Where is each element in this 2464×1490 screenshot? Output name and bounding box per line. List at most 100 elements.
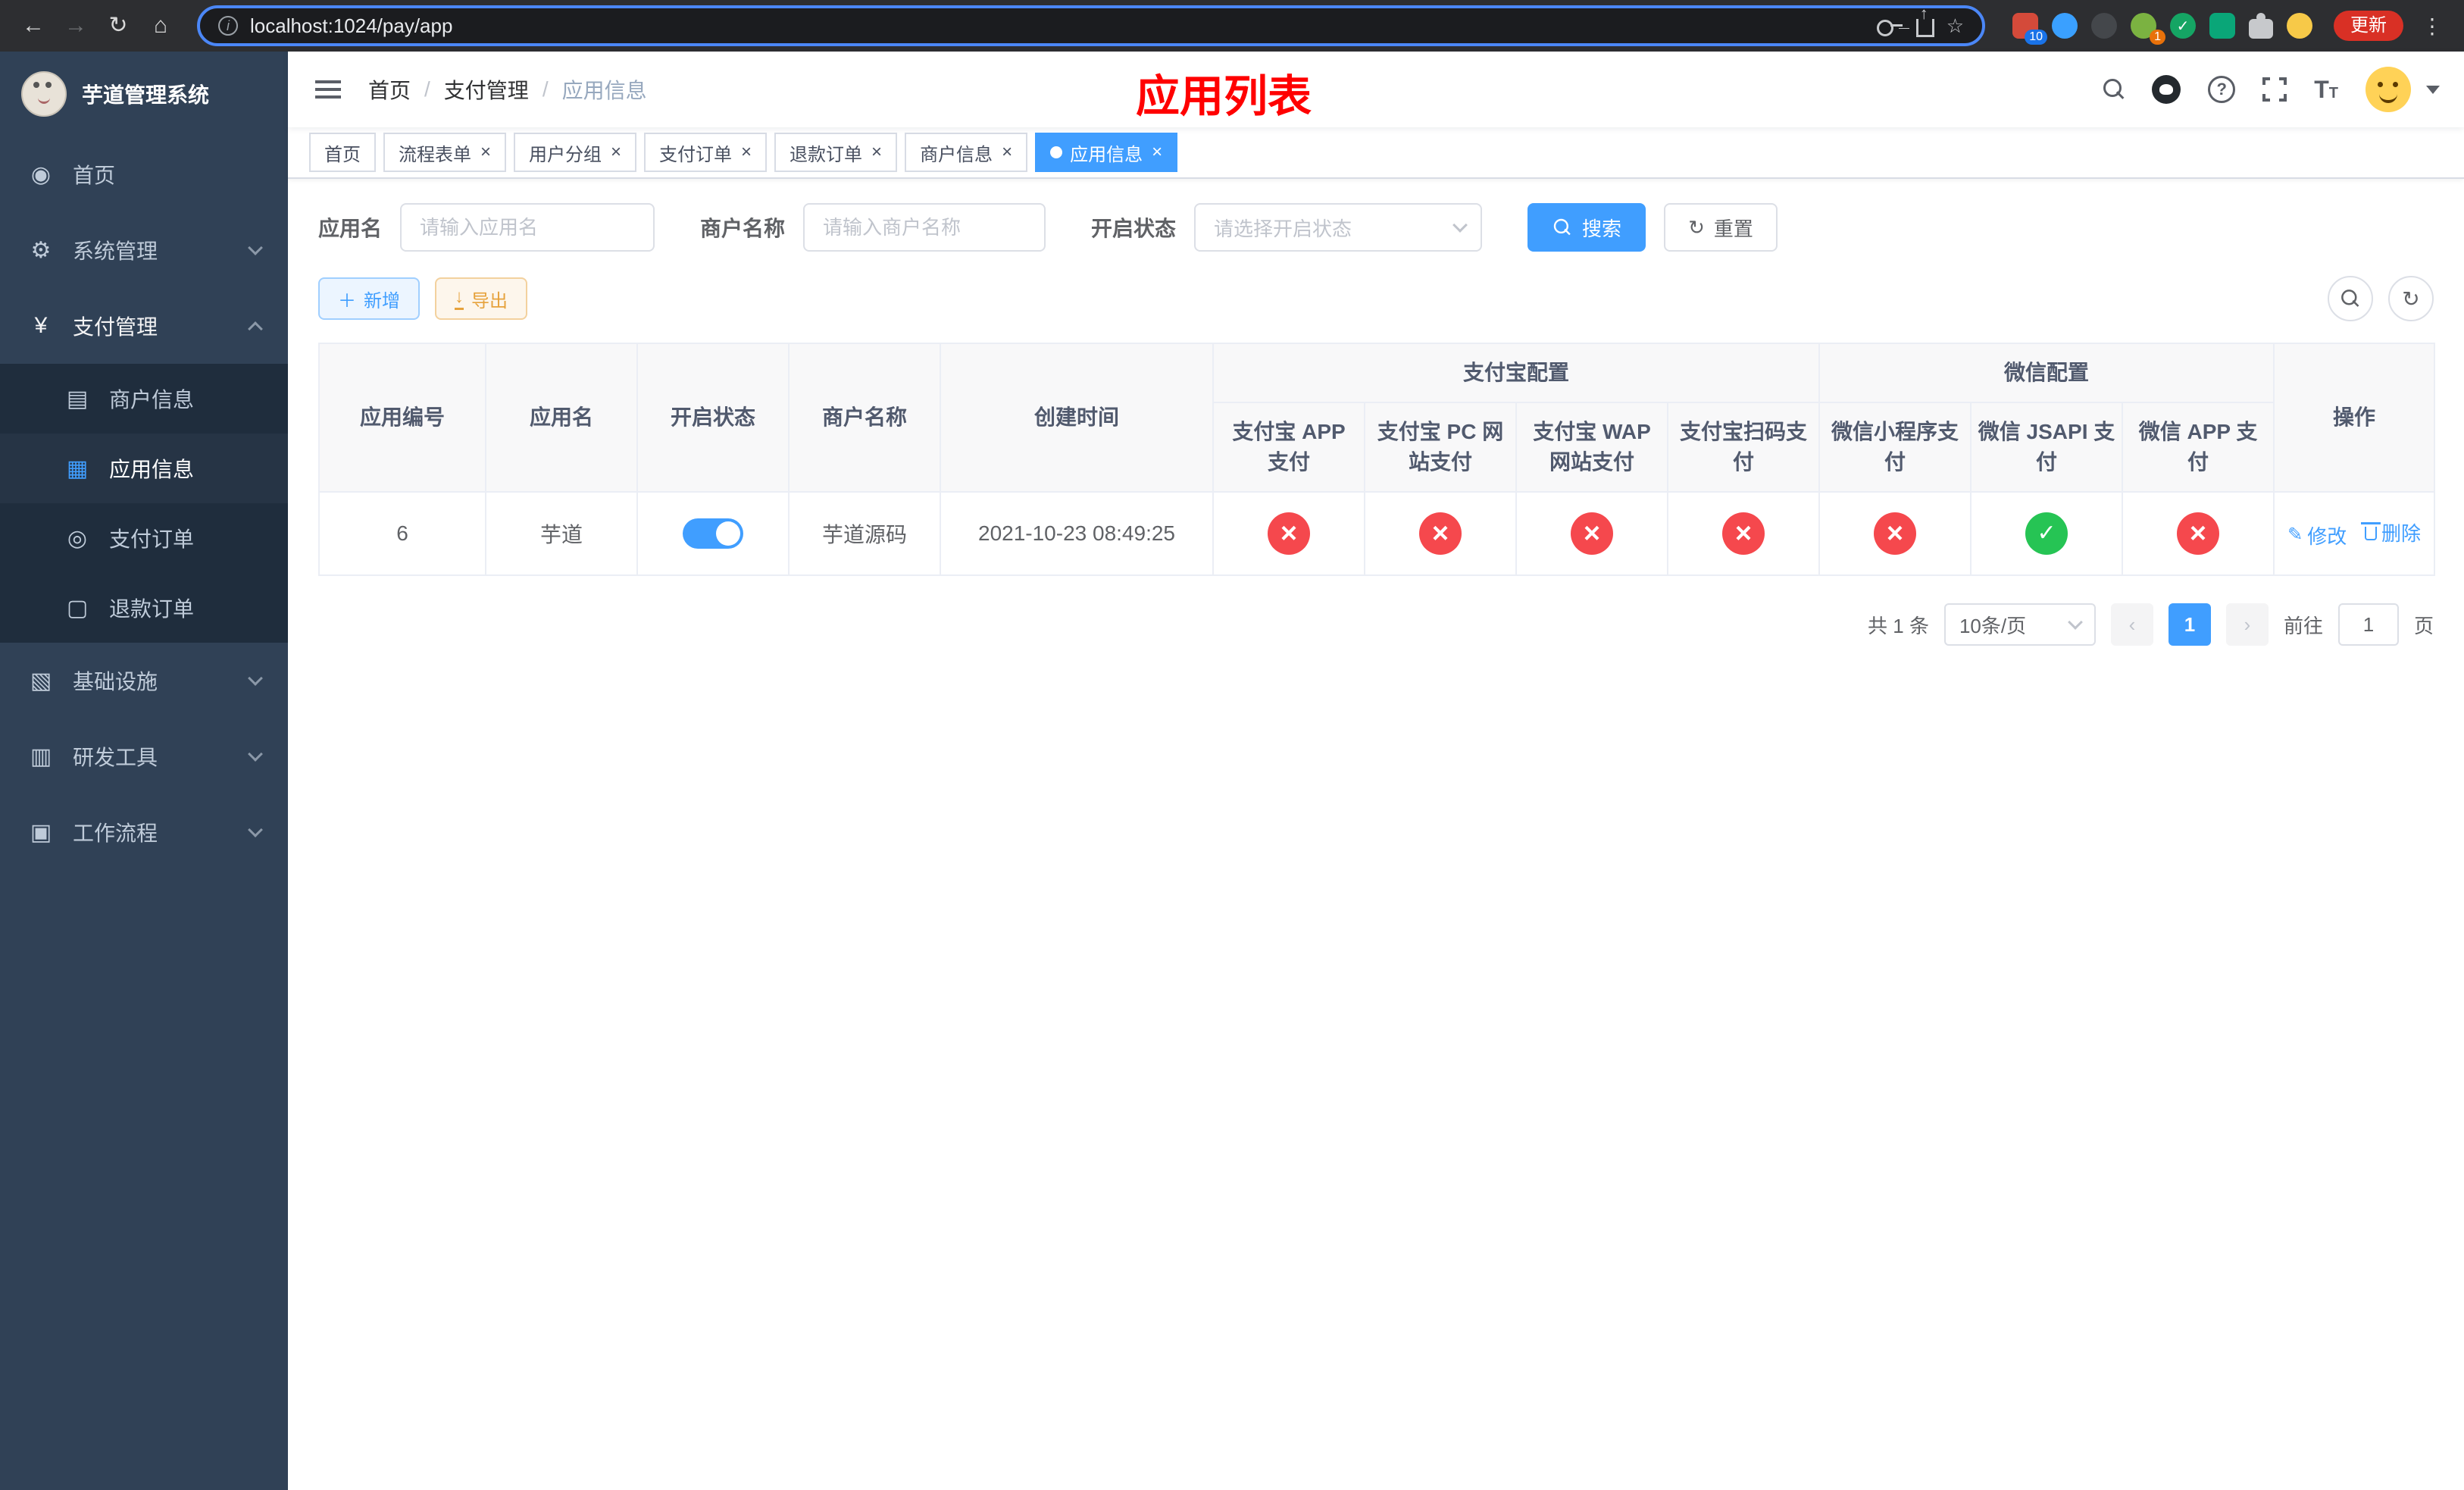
table-toolbar: ＋ 新增 ↓ 导出 ↻ <box>318 276 2434 321</box>
forward-icon[interactable]: → <box>58 0 94 52</box>
extension-icon-2[interactable] <box>2052 13 2078 39</box>
reset-button[interactable]: ↻ 重置 <box>1664 203 1778 252</box>
sidebar-item-refund-order[interactable]: ▢ 退款订单 <box>0 573 288 643</box>
status-toggle[interactable] <box>683 518 743 549</box>
cell-wx-mini <box>1818 491 1972 576</box>
tab-process-form[interactable]: 流程表单 × <box>383 133 507 172</box>
extension-icon-4[interactable]: 1 <box>2131 13 2165 45</box>
status-icon <box>1874 512 1917 555</box>
extension-icon-1[interactable]: 10 <box>2012 13 2047 45</box>
tab-label: 退款订单 <box>790 144 863 165</box>
cell-status <box>636 491 790 576</box>
profile-avatar[interactable] <box>2287 13 2312 39</box>
fullscreen-icon[interactable] <box>2261 76 2289 103</box>
sidebar-item-workflow[interactable]: ▣ 工作流程 <box>0 794 288 870</box>
close-icon[interactable]: × <box>611 143 621 161</box>
bookmark-star-icon[interactable]: ☆ <box>1946 14 1964 38</box>
close-icon[interactable]: × <box>1002 143 1012 161</box>
col-header-id: 应用编号 <box>318 343 486 493</box>
sidebar-logo[interactable]: 芋道管理系统 <box>0 52 288 136</box>
sidebar-item-app-info[interactable]: ▦ 应用信息 <box>0 434 288 503</box>
status-select[interactable]: 请选择开启状态 <box>1194 203 1483 252</box>
add-button-label: 新增 <box>364 290 400 311</box>
filter-label: 商户名称 <box>700 217 786 240</box>
status-icon <box>2025 512 2068 555</box>
breadcrumb-separator: / <box>424 77 430 101</box>
close-icon[interactable]: × <box>1152 143 1162 161</box>
grid-icon: ▦ <box>66 455 89 481</box>
close-icon[interactable]: × <box>741 143 752 161</box>
close-icon[interactable]: × <box>480 143 491 161</box>
search-button[interactable]: 搜索 <box>1527 203 1646 252</box>
extensions-puzzle-icon[interactable] <box>2249 13 2273 39</box>
user-avatar[interactable] <box>2366 67 2411 112</box>
help-icon[interactable]: ? <box>2208 76 2236 103</box>
tab-label: 商户信息 <box>920 144 993 165</box>
sidebar-item-pay-order[interactable]: ◎ 支付订单 <box>0 503 288 573</box>
merchant-name-input[interactable] <box>803 203 1046 252</box>
sidebar-item-label: 工作流程 <box>73 822 158 845</box>
add-button[interactable]: ＋ 新增 <box>318 277 420 320</box>
tab-user-group[interactable]: 用户分组 × <box>514 133 637 172</box>
chevron-down-icon <box>2068 615 2083 630</box>
page-size-select[interactable]: 10条/页 <box>1943 603 2096 646</box>
sidebar-item-merchant-info[interactable]: ▤ 商户信息 <box>0 364 288 434</box>
browser-update-button[interactable]: 更新 <box>2334 11 2403 41</box>
next-page-button[interactable]: › <box>2225 603 2269 646</box>
delete-link[interactable]: 删除 <box>2360 518 2421 546</box>
tab-pay-order[interactable]: 支付订单 × <box>644 133 768 172</box>
font-size-icon[interactable]: TT <box>2314 77 2338 102</box>
refresh-table-button[interactable]: ↻ <box>2388 276 2434 321</box>
tab-refund-order[interactable]: 退款订单 × <box>774 133 898 172</box>
breadcrumb-home[interactable]: 首页 <box>368 74 411 105</box>
extension-icon-3[interactable] <box>2091 13 2117 39</box>
avatar-caret-icon[interactable] <box>2426 85 2440 94</box>
password-key-icon[interactable] <box>1876 17 1904 36</box>
refresh-icon[interactable]: ↻ <box>100 0 136 52</box>
navbar-actions: ? TT <box>2103 67 2440 112</box>
page-content: 应用名 商户名称 开启状态 请选择开启状态 搜索 <box>288 179 2464 1490</box>
browser-menu-icon[interactable]: ⋮ <box>2416 14 2449 39</box>
filter-app-name: 应用名 <box>318 203 655 252</box>
sidebar-item-payment[interactable]: ¥ 支付管理 <box>0 288 288 364</box>
table-row: 6 芋道 芋道源码 2021-10-23 08:49:25 × × × × × … <box>318 491 2436 576</box>
toggle-search-button[interactable] <box>2328 276 2373 321</box>
share-icon[interactable] <box>1915 4 1934 37</box>
github-icon[interactable] <box>2152 75 2181 104</box>
goto-page-input[interactable] <box>2337 603 2399 646</box>
app-name-input[interactable] <box>400 203 655 252</box>
filter-status: 开启状态 请选择开启状态 <box>1091 203 1483 252</box>
sidebar-item-system[interactable]: ⚙ 系统管理 <box>0 212 288 288</box>
document-icon: ▢ <box>66 595 89 621</box>
sidebar-toggle-icon[interactable] <box>312 74 344 105</box>
sidebar-item-home[interactable]: ◉ 首页 <box>0 136 288 212</box>
breadcrumb-payment[interactable]: 支付管理 <box>444 74 529 105</box>
filter-merchant-name: 商户名称 <box>700 203 1046 252</box>
back-icon[interactable]: ← <box>15 0 52 52</box>
tab-label: 支付订单 <box>659 144 733 165</box>
gear-icon: ⚙ <box>30 237 52 263</box>
cell-created: 2021-10-23 08:49:25 <box>940 491 1214 576</box>
close-icon[interactable]: × <box>871 143 882 161</box>
export-button[interactable]: ↓ 导出 <box>435 277 527 320</box>
page-number-button[interactable]: 1 <box>2168 603 2211 646</box>
site-info-icon[interactable]: i <box>218 16 238 36</box>
main-area: 首页 / 支付管理 / 应用信息 应用列表 ? TT 首页 流程表单 × 用户分… <box>288 52 2464 1490</box>
edit-link[interactable]: ✎ 修改 <box>2287 521 2347 549</box>
search-icon[interactable] <box>2103 79 2125 100</box>
sidebar-item-devtools[interactable]: ▥ 研发工具 <box>0 718 288 794</box>
address-bar[interactable]: i localhost:1024/pay/app ☆ <box>197 4 1985 46</box>
col-header-actions: 操作 <box>2273 343 2436 493</box>
extension-icon-chat[interactable] <box>2209 13 2235 39</box>
extension-icon-check[interactable]: ✓ <box>2170 13 2196 39</box>
sidebar-item-infra[interactable]: ▧ 基础设施 <box>0 643 288 718</box>
tab-merchant-info[interactable]: 商户信息 × <box>905 133 1028 172</box>
tab-app-info[interactable]: 应用信息 × <box>1035 133 1178 172</box>
filter-label: 开启状态 <box>1091 217 1177 240</box>
breadcrumb-separator: / <box>542 77 549 101</box>
sidebar-item-label: 支付管理 <box>73 315 158 339</box>
home-icon[interactable]: ⌂ <box>142 0 179 52</box>
prev-page-button[interactable]: ‹ <box>2110 603 2153 646</box>
tab-home[interactable]: 首页 <box>309 133 376 172</box>
col-header-created: 创建时间 <box>940 343 1214 493</box>
